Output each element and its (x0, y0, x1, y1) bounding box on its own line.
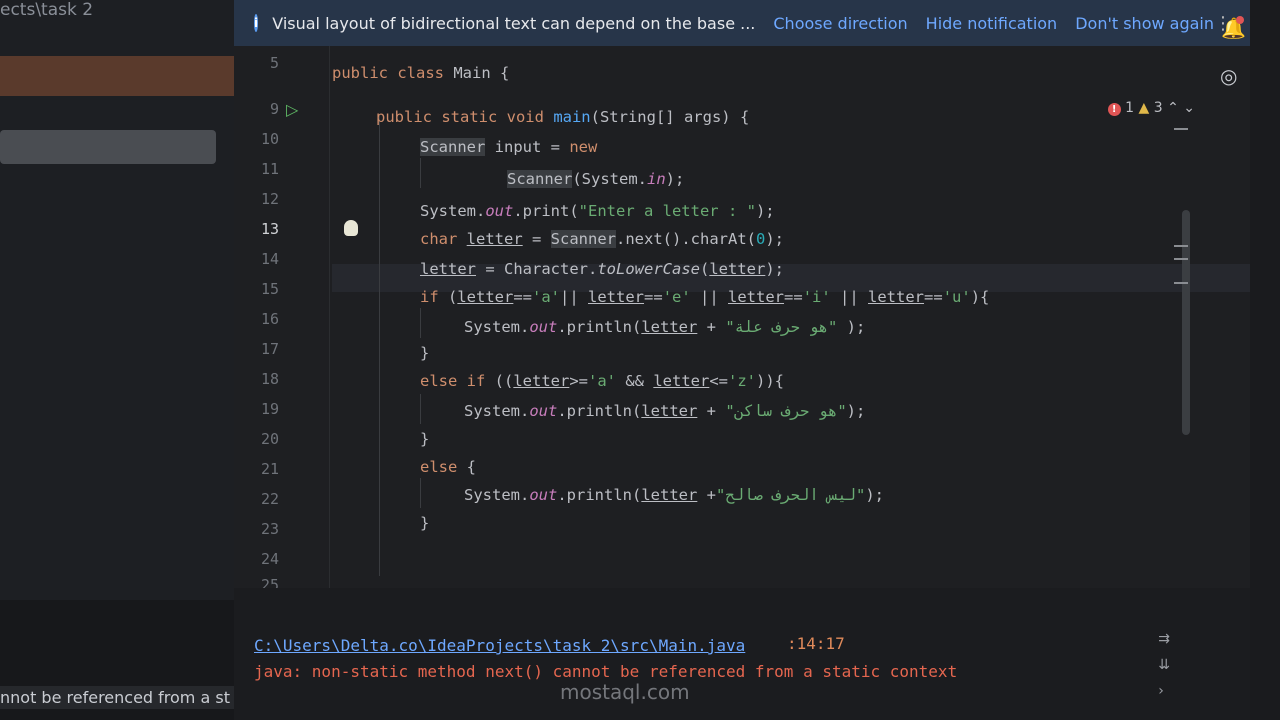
compile-error-message: java: non-static method next() cannot be… (254, 662, 958, 681)
line-number-current: 13 (260, 220, 279, 238)
project-tree-selected-row[interactable] (0, 56, 234, 96)
line-number: 12 (260, 190, 279, 208)
line-number: 19 (260, 400, 279, 418)
chevron-down-icon[interactable]: ⌄ (1183, 100, 1195, 116)
line-number: 21 (260, 460, 279, 478)
line-number: 11 (260, 160, 279, 178)
line-number: 15 (260, 280, 279, 298)
line-number: 22 (260, 490, 279, 508)
dont-show-again-link[interactable]: Don't show again (1075, 14, 1214, 33)
error-file-link[interactable]: C:\Users\Delta.co\IdeaProjects\task 2\sr… (254, 636, 745, 655)
code-area[interactable]: public class Main { public static void m… (332, 46, 1250, 588)
console-toolbar: ⇉ ⇊ › (1158, 626, 1170, 704)
inspection-widget[interactable]: ! 1 ▲ 3 ⌃ ⌄ (1107, 100, 1195, 116)
line-number: 9 (269, 100, 279, 118)
warning-stripe-mark[interactable] (1174, 245, 1188, 247)
code-line-18[interactable]: else if ((letter>='a' && letter<='z')){ (420, 372, 784, 390)
project-path: ects\task 2 (0, 0, 94, 20)
indent-guide (420, 394, 421, 424)
line-number: 23 (260, 520, 279, 538)
code-line-19[interactable]: System.out.println(letter + "هو حرف ساكن… (464, 402, 865, 420)
code-line-21[interactable]: else { (420, 458, 476, 476)
indent-guide (420, 158, 421, 188)
project-panel: ects\task 2 nnot be referenced from a st (0, 0, 234, 720)
indent-guide (420, 308, 421, 338)
info-icon: i (254, 14, 259, 32)
build-error-item[interactable]: nnot be referenced from a st (0, 686, 234, 709)
warning-stripe-mark[interactable] (1174, 258, 1188, 260)
line-number: 25 (260, 576, 279, 588)
code-line-22[interactable]: System.out.println(letter +"ليس الحرف صا… (464, 486, 884, 504)
code-line-13[interactable]: char letter = Scanner.next().charAt(0); (420, 230, 784, 248)
code-line-9[interactable]: public static void main(String[] args) { (376, 108, 749, 126)
notification-message: Visual layout of bidirectional text can … (272, 13, 756, 33)
line-number: 17 (260, 340, 279, 358)
code-line-16[interactable]: System.out.println(letter + "هو حرف علة"… (464, 318, 865, 336)
run-icon[interactable]: ▷ (286, 100, 298, 119)
ai-assistant-icon[interactable]: ◎ (1220, 64, 1237, 88)
hide-notification-link[interactable]: Hide notification (926, 14, 1058, 33)
code-line-10[interactable]: Scanner input = new (420, 138, 597, 156)
line-number: 24 (260, 550, 279, 568)
build-output-panel: C:\Users\Delta.co\IdeaProjects\task 2\sr… (234, 588, 1250, 720)
notification-badge (1236, 16, 1244, 24)
error-stripe-mark[interactable] (1174, 128, 1188, 130)
warning-stripe-mark[interactable] (1174, 282, 1188, 284)
line-number: 18 (260, 370, 279, 388)
error-location: :14:17 (787, 634, 845, 653)
indent-guide (420, 478, 421, 508)
gutter-separator (329, 46, 330, 588)
expand-icon[interactable]: › (1158, 678, 1170, 704)
soft-wrap-icon[interactable]: ⇉ (1158, 626, 1170, 652)
code-line-12[interactable]: System.out.print("Enter a letter : "); (420, 202, 775, 220)
warning-count: 3 (1153, 100, 1163, 116)
code-line-11[interactable]: Scanner(System.in); (507, 170, 684, 188)
code-line-23[interactable]: } (420, 514, 429, 532)
line-number: 10 (260, 130, 279, 148)
line-number: 14 (260, 250, 279, 268)
error-count: 1 (1125, 100, 1135, 116)
error-icon: ! (1107, 103, 1121, 116)
line-number: 16 (260, 310, 279, 328)
line-number: 20 (260, 430, 279, 448)
indent-guide (379, 116, 380, 576)
notification-banner: i Visual layout of bidirectional text ca… (234, 0, 1250, 46)
code-line-5[interactable]: public class Main { (332, 64, 509, 82)
line-number: 5 (269, 54, 279, 72)
warning-icon: ▲ (1138, 100, 1150, 116)
choose-direction-link[interactable]: Choose direction (773, 14, 907, 33)
right-tool-strip (1250, 0, 1280, 720)
scroll-to-end-icon[interactable]: ⇊ (1158, 652, 1170, 678)
code-line-20[interactable]: } (420, 430, 429, 448)
code-line-14[interactable]: letter = Character.toLowerCase(letter); (420, 260, 784, 278)
code-line-15[interactable]: if (letter=='a'|| letter=='e' || letter=… (420, 288, 989, 306)
project-tree-item[interactable] (0, 130, 216, 164)
watermark-text: mostaql.com (560, 680, 690, 704)
code-line-17[interactable]: } (420, 344, 429, 362)
chevron-up-icon[interactable]: ⌃ (1167, 100, 1179, 116)
vertical-scrollbar[interactable] (1182, 210, 1190, 435)
line-gutter: 5 9 10 11 12 13 14 15 16 17 18 19 20 21 … (234, 46, 329, 588)
code-editor[interactable]: i Visual layout of bidirectional text ca… (234, 0, 1250, 588)
